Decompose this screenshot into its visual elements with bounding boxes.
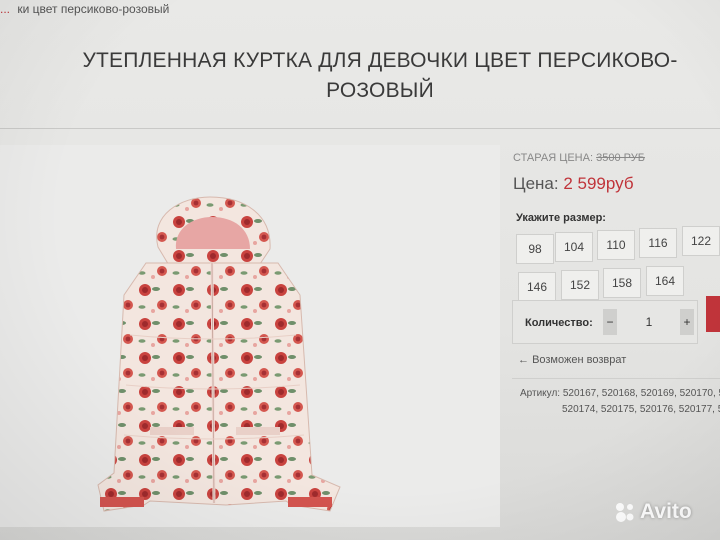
article-label: Артикул: xyxy=(520,388,561,399)
old-price-label: СТАРАЯ ЦЕНА: xyxy=(513,152,594,164)
avito-watermark: Avito xyxy=(614,500,692,524)
price-value: 2 599руб xyxy=(563,174,634,193)
product-page: ... ки цвет персиково-розовый УТЕПЛЕННАЯ… xyxy=(0,0,720,540)
size-option-152[interactable]: 152 xyxy=(561,270,599,300)
article-divider xyxy=(512,378,720,379)
quantity-input[interactable]: 1 xyxy=(619,309,679,335)
return-info[interactable]: ← Возможен возврат xyxy=(518,354,626,366)
avito-watermark-text: Avito xyxy=(640,500,692,523)
size-option-110[interactable]: 110 xyxy=(597,230,635,260)
size-option-122[interactable]: 122 xyxy=(682,226,720,256)
add-to-cart-button[interactable] xyxy=(706,296,720,332)
avito-logo-icon xyxy=(616,503,634,522)
size-option-146[interactable]: 146 xyxy=(518,272,556,302)
quantity-increase-button[interactable]: + xyxy=(680,309,694,335)
arrow-left-icon: ← xyxy=(518,354,529,366)
breadcrumb: ... ки цвет персиково-розовый xyxy=(0,2,169,16)
size-option-164[interactable]: 164 xyxy=(646,266,684,296)
quantity-stepper: Количество: − 1 + xyxy=(512,300,698,344)
price: Цена: 2 599руб xyxy=(513,174,634,194)
size-option-98[interactable]: 98 xyxy=(516,234,554,264)
old-price-value: 3500 РУБ xyxy=(596,152,645,164)
size-option-158[interactable]: 158 xyxy=(603,268,641,298)
article-line-1: 520167, 520168, 520169, 520170, 5 xyxy=(562,388,720,399)
size-label: Укажите размер: xyxy=(516,212,606,224)
breadcrumb-current: ки цвет персиково-розовый xyxy=(17,2,170,16)
product-title: УТЕПЛЕННАЯ КУРТКА ДЛЯ ДЕВОЧКИ ЦВЕТ ПЕРСИ… xyxy=(82,49,678,102)
old-price: СТАРАЯ ЦЕНА: 3500 РУБ xyxy=(513,152,645,164)
size-option-104[interactable]: 104 xyxy=(555,232,593,262)
size-option-116[interactable]: 116 xyxy=(639,228,677,258)
header-divider xyxy=(0,128,720,129)
article-numbers: Артикул: 520167, 520168, 520169, 520170,… xyxy=(520,386,720,418)
product-image[interactable] xyxy=(0,145,500,527)
return-text: Возможен возврат xyxy=(532,354,627,366)
quantity-decrease-button[interactable]: − xyxy=(603,309,617,335)
breadcrumb-link[interactable]: ... xyxy=(0,2,10,16)
article-line-2: 520174, 520175, 520176, 520177, 5 xyxy=(562,404,720,415)
jacket-illustration xyxy=(97,196,341,512)
quantity-label: Количество: xyxy=(525,317,593,329)
price-label: Цена: xyxy=(513,174,559,193)
